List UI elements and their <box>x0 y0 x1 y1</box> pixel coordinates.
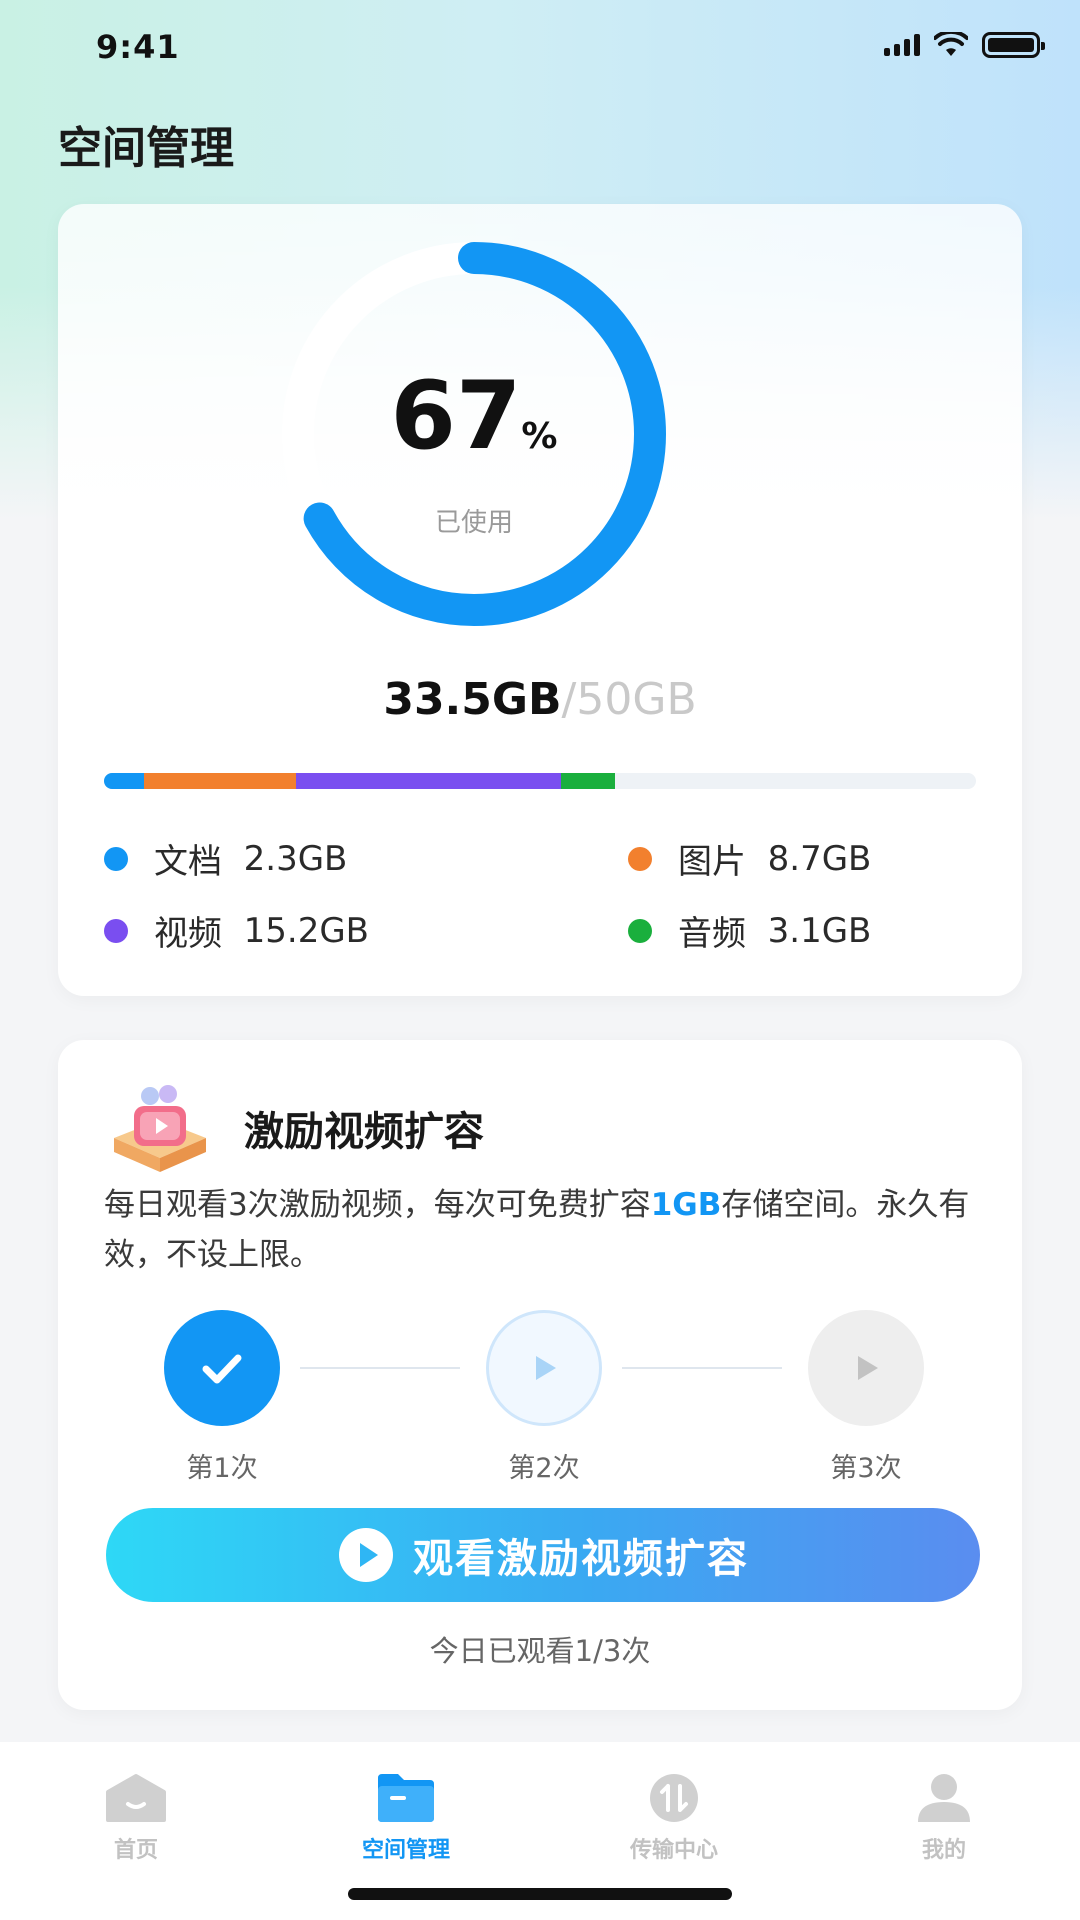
segment-audio <box>560 773 615 789</box>
reward-desc-text: 每日观看3次激励视频，每次可免费扩容 <box>104 1187 651 1223</box>
usage-ring-center: 67% 已使用 <box>274 234 674 634</box>
play-circle-icon <box>339 1528 393 1582</box>
watch-button-label: 观看激励视频扩容 <box>413 1536 749 1582</box>
step-2[interactable]: 第2次 <box>486 1310 602 1485</box>
wifi-icon <box>934 32 968 56</box>
reward-steps: 第1次 第2次 第3次 <box>58 1310 1022 1484</box>
legend-name: 图片 <box>678 842 746 882</box>
step-label: 第2次 <box>508 1453 580 1484</box>
step-connector <box>300 1367 460 1369</box>
status-bar: 9:41 <box>0 0 1080 100</box>
home-icon <box>104 1772 168 1824</box>
legend-size: 3.1GB <box>767 910 872 951</box>
legend-dot <box>104 918 128 943</box>
used-label: 已使用 <box>434 508 513 538</box>
tab-home[interactable]: 首页 <box>36 1772 236 1864</box>
legend-item-documents: 文档 2.3GB <box>104 834 347 883</box>
reward-video-card: 激励视频扩容 每日观看3次激励视频，每次可免费扩容1GB存储空间。永久有效，不设… <box>58 1040 1022 1710</box>
step-label: 第3次 <box>830 1453 902 1484</box>
legend-item-images: 图片 8.7GB <box>628 834 871 883</box>
tab-label: 传输中心 <box>629 1838 718 1863</box>
usage-percent: 67 <box>390 362 522 471</box>
reward-desc-highlight: 1GB <box>650 1187 722 1223</box>
reward-title: 激励视频扩容 <box>244 1109 484 1155</box>
legend-name: 音频 <box>678 914 746 954</box>
capacity-separator: / <box>561 674 577 725</box>
battery-icon <box>982 32 1045 58</box>
legend-size: 15.2GB <box>243 910 369 951</box>
storage-usage-card: 67% 已使用 33.5GB/50GB 文档 2.3GB 图片 8.7GB 视频… <box>58 204 1022 996</box>
legend-size: 8.7GB <box>767 838 872 879</box>
page-title: 空间管理 <box>58 123 234 174</box>
folder-icon <box>374 1772 438 1824</box>
step-1: 第1次 <box>164 1310 280 1485</box>
tab-mine[interactable]: 我的 <box>844 1772 1044 1864</box>
tab-label: 首页 <box>113 1838 158 1863</box>
capacity-total: 50GB <box>576 674 697 725</box>
tab-space-management[interactable]: 空间管理 <box>306 1772 506 1864</box>
bottom-tab-bar: 首页 空间管理 传输中心 我的 <box>0 1742 1080 1920</box>
status-time: 9:41 <box>96 28 180 66</box>
legend-name: 文档 <box>154 842 222 882</box>
usage-percent-sign: % <box>521 416 558 457</box>
reward-header: 激励视频扩容 <box>104 1080 484 1176</box>
legend-dot <box>628 846 652 871</box>
tab-label: 我的 <box>921 1838 966 1863</box>
transfer-icon <box>642 1772 706 1824</box>
legend-size: 2.3GB <box>243 838 348 879</box>
step-3: 第3次 <box>808 1310 924 1485</box>
signal-icon <box>884 34 920 56</box>
tab-transfer-center[interactable]: 传输中心 <box>574 1772 774 1864</box>
usage-breakdown-bar <box>104 773 976 789</box>
segment-videos <box>295 773 561 789</box>
legend-dot <box>104 846 128 871</box>
segment-documents <box>104 773 145 789</box>
check-icon <box>164 1310 280 1426</box>
status-icons <box>884 32 1045 58</box>
play-icon <box>808 1310 924 1426</box>
capacity-text: 33.5GB/50GB <box>58 674 1022 725</box>
tab-label: 空间管理 <box>361 1838 450 1863</box>
step-label: 第1次 <box>186 1453 258 1484</box>
play-icon <box>486 1310 602 1426</box>
gift-box-icon <box>104 1080 216 1176</box>
segment-images <box>144 773 296 789</box>
watch-reward-video-button[interactable]: 观看激励视频扩容 <box>106 1508 980 1602</box>
legend-item-audio: 音频 3.1GB <box>628 906 871 955</box>
reward-description: 每日观看3次激励视频，每次可免费扩容1GB存储空间。永久有效，不设上限。 <box>104 1180 984 1280</box>
legend-dot <box>628 918 652 943</box>
today-watch-status: 今日已观看1/3次 <box>429 1634 651 1668</box>
capacity-used: 33.5GB <box>383 674 562 725</box>
step-connector <box>622 1367 782 1369</box>
user-icon <box>912 1772 976 1824</box>
legend-name: 视频 <box>154 914 222 954</box>
legend-item-videos: 视频 15.2GB <box>104 906 369 955</box>
home-indicator <box>348 1888 732 1900</box>
